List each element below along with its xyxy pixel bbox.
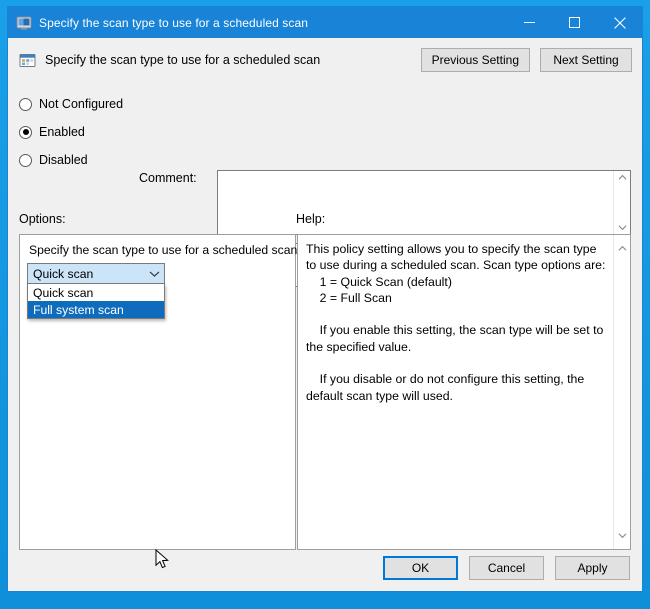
policy-setting-dialog: Specify the scan type to use for a sched… [7, 6, 643, 592]
minimize-button[interactable] [507, 7, 552, 38]
panes-container: Specify the scan type to use for a sched… [8, 234, 642, 569]
dropdown-item-quick-scan[interactable]: Quick scan [28, 284, 164, 301]
cancel-button[interactable]: Cancel [469, 556, 544, 580]
help-pane: This policy setting allows you to specif… [297, 234, 631, 550]
scan-type-selected-value: Quick scan [33, 266, 94, 281]
scan-type-label: Specify the scan type to use for a sched… [29, 243, 298, 257]
scan-type-combobox[interactable]: Quick scan [27, 263, 165, 284]
radio-not-configured[interactable]: Not Configured [19, 90, 139, 118]
setting-state-form: Not Configured Enabled Disabled Comment:… [8, 82, 642, 287]
scroll-up-icon[interactable] [618, 174, 627, 181]
apply-button[interactable]: Apply [555, 556, 630, 580]
help-text: This policy setting allows you to specif… [306, 242, 606, 403]
setting-title: Specify the scan type to use for a sched… [45, 53, 321, 67]
radio-disabled-label: Disabled [39, 153, 88, 167]
chevron-down-icon[interactable] [144, 270, 164, 278]
dialog-button-bar: OK Cancel Apply [8, 545, 642, 591]
scroll-up-icon[interactable] [618, 239, 627, 257]
dropdown-item-full-system-scan[interactable]: Full system scan [28, 301, 164, 318]
state-radio-group: Not Configured Enabled Disabled [19, 90, 139, 174]
scheduled-task-icon [19, 52, 36, 69]
window-title: Specify the scan type to use for a sched… [39, 15, 309, 30]
maximize-button[interactable] [552, 7, 597, 38]
next-setting-button[interactable]: Next Setting [540, 48, 632, 72]
comment-label: Comment: [139, 171, 197, 185]
radio-not-configured-mark [19, 97, 32, 111]
scan-type-dropdown-list[interactable]: Quick scan Full system scan [27, 284, 165, 319]
scroll-down-icon[interactable] [618, 526, 627, 544]
help-label: Help: [296, 212, 326, 226]
close-button[interactable] [597, 7, 642, 38]
help-scrollbar[interactable] [613, 235, 630, 549]
previous-setting-button[interactable]: Previous Setting [420, 48, 530, 72]
options-pane: Specify the scan type to use for a sched… [19, 234, 298, 569]
setting-header: Specify the scan type to use for a sched… [8, 38, 642, 82]
radio-disabled[interactable]: Disabled [19, 146, 139, 174]
options-label: Options: [19, 212, 66, 226]
ok-button[interactable]: OK [383, 556, 458, 580]
pane-labels: Options: Help: [8, 212, 642, 234]
radio-enabled-mark [19, 125, 32, 139]
window-icon [16, 15, 32, 31]
title-bar: Specify the scan type to use for a sched… [8, 7, 642, 38]
radio-disabled-mark [19, 153, 32, 167]
radio-enabled[interactable]: Enabled [19, 118, 139, 146]
radio-enabled-label: Enabled [39, 125, 85, 139]
radio-not-configured-label: Not Configured [39, 97, 124, 111]
